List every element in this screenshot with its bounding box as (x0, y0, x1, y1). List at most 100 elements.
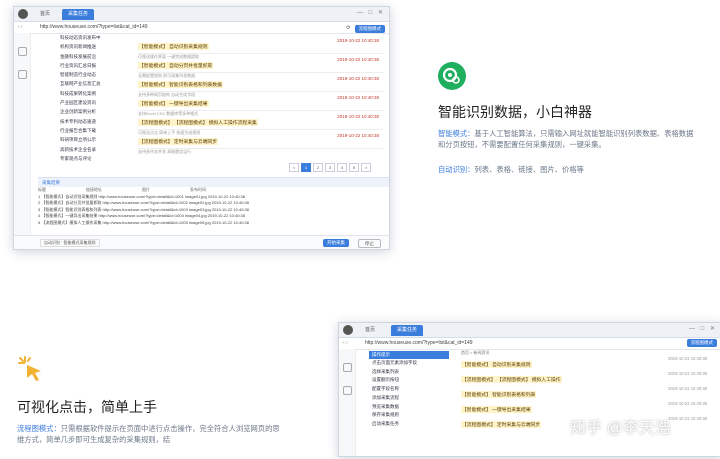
feature-desc-1: 智能模式：基于人工智能算法，只需输入网址就能智能识别列表数据、表格数据和分页按钮… (438, 129, 694, 149)
address-bar[interactable]: ‹ › http://www.houseuse.com/?type=list&c… (339, 338, 720, 350)
item-title[interactable]: 【智能模式】 自动分页并批量抓取 (138, 62, 214, 69)
list-item[interactable]: 【流程图模式】 定时采集与云端同步 支持多任务并发 高效稳定运行 2019-10-2… (138, 130, 383, 154)
item-date: 2019-10-22 10:40:38 (337, 95, 379, 100)
item-date: 2019-10-22 10:40:38 (337, 57, 379, 62)
layers-icon[interactable] (17, 70, 27, 79)
item-title[interactable]: 【智能模式】 一键导出采集结果 (461, 406, 532, 413)
watermark: 知乎 @李天浩 (570, 420, 671, 437)
sidebar-item[interactable]: 金融科技发展前沿 (60, 52, 130, 61)
title-bar: 首页 采集任务 — □ ✕ (339, 323, 720, 338)
operation-panel: 操作提示 点击页面元素添加字段 选择采集列表 设置翻页按钮 配置字段名称 添加采集流程预… (369, 351, 449, 429)
sidebar-item[interactable]: 机构资讯新闻推送 (60, 42, 130, 51)
item-title[interactable]: 【智能模式】 智能识别表格和列表数据 (138, 81, 223, 88)
tab-home[interactable]: 首页 (359, 325, 381, 336)
panel-item[interactable]: 点击页面元素添加字段 (369, 359, 449, 368)
page-button[interactable]: 2 (313, 163, 323, 172)
sidebar-item[interactable]: 企业创新案例分析 (60, 107, 130, 116)
panel-item[interactable]: 预览采集数据 (369, 403, 449, 412)
sidebar-item[interactable]: 科技动态资讯发布中 (60, 33, 130, 42)
sidebar-item[interactable]: 产业园区建设资讯 (60, 98, 130, 107)
item-title[interactable]: 【智能模式】 一键导出采集结果 (138, 100, 209, 107)
panel-item[interactable]: 配置字段名称 (369, 385, 449, 394)
panel-header: 操作提示 (369, 351, 449, 359)
panel-item[interactable]: 启动采集任务 (369, 420, 449, 429)
list-item[interactable]: 【智能模式】 智能识别表格和列表 2019-10-22 10:40:38 (461, 383, 713, 398)
back-icon[interactable]: ‹ › (343, 338, 348, 349)
feature-desc-2: 自动识别：列表、表格、链接、图片、价格等 (438, 165, 584, 174)
panel-item[interactable]: 设置翻页按钮 (369, 376, 449, 385)
item-date: 2019-10-22 10:40:38 (668, 416, 707, 421)
refresh-icon[interactable]: ⟳ (346, 23, 350, 34)
page-button[interactable]: 3 (325, 163, 335, 172)
panel-item[interactable]: 添加采集流程 (369, 394, 449, 403)
page-button[interactable]: 4 (337, 163, 347, 172)
feature-flow-mode: 可视化点击，简单上手 流程图模式：只需根据软件提示在页面中进行点击操作，完全符合… (17, 355, 282, 459)
sidebar-item[interactable]: 技术专利动态速递 (60, 117, 130, 126)
page-button[interactable]: 5 (349, 163, 359, 172)
list-item[interactable]: 【流程图模式】 【流程图模式】 模拟人工操作流程采集 可视化点击 简单上手 快速生… (138, 111, 383, 135)
pagination: <1 2 3 4 5 > (289, 163, 371, 172)
flow-mode-button[interactable]: 流程图模式 (686, 339, 717, 347)
item-title[interactable]: 【智能模式】 智能识别表格和列表 (461, 391, 537, 398)
tab-task[interactable]: 采集任务 (391, 325, 424, 336)
brain-gear-icon (438, 62, 466, 90)
item-date: 2019-10-22 10:40:38 (337, 76, 379, 81)
sidebar-item[interactable]: 互联网产业信息汇总 (60, 79, 130, 88)
item-title[interactable]: 【智能模式】 自动识别采集规则 (461, 361, 532, 368)
sidebar-item[interactable]: 科技成果转化案例 (60, 89, 130, 98)
article-list: 【智能模式】 自动识别采集规则 可视化操作界面 一键完成数据提取 2019-10-2… (138, 35, 383, 173)
feature-smart-mode: 智能识别数据，小白神器 智能模式：基于人工智能算法，只需输入网址就能智能识别列表… (438, 62, 698, 189)
flow-mode-button[interactable]: 流程图模式 (354, 24, 385, 33)
list-item[interactable]: 【智能模式】 自动识别采集规则 2019-10-22 10:40:38 (461, 353, 713, 368)
category-sidebar: 科技动态资讯发布中 机构资讯新闻推送 金融科技发展前沿 行业资讯汇总日报 智能制造行业动… (60, 33, 130, 183)
list-item[interactable]: 【智能模式】 自动分页并批量抓取 无需配置规则 即可采集列表数据 2019-10-2… (138, 54, 383, 78)
list-item[interactable]: 【流程图模式】 【流程图模式】 模拟人工操作 2019-10-22 10:40:3… (461, 368, 713, 383)
left-rail (14, 33, 31, 249)
list-item[interactable]: 【智能模式】 自动识别采集规则 可视化操作界面 一键完成数据提取 2019-10-2… (138, 35, 383, 59)
item-title[interactable]: 【流程图模式】 定时采集与云端同步 (461, 421, 542, 428)
avatar[interactable] (343, 325, 353, 335)
footer-bar: 自动识别 · 智能模式采集规则 开始采集 停止 (14, 235, 389, 249)
item-summary: 支持多任务并发 高效稳定运行 (138, 149, 192, 154)
file-icon[interactable] (17, 47, 27, 56)
item-title[interactable]: 【流程图模式】 定时采集与云端同步 (138, 138, 219, 145)
sidebar-item[interactable]: 科研项目立项公示 (60, 135, 130, 144)
click-cursor-icon (17, 355, 47, 385)
tab-home[interactable]: 首页 (34, 9, 56, 20)
stop-button[interactable]: 停止 (358, 239, 381, 248)
item-title[interactable]: 【智能模式】 自动识别采集规则 (138, 43, 209, 50)
list-item[interactable]: 【智能模式】 一键导出采集结果 支持Excel CSV 数据库等多种格式 2019-… (138, 92, 383, 116)
item-title[interactable]: 【流程图模式】 【流程图模式】 模拟人工操作流程采集 (138, 119, 258, 126)
back-icon[interactable]: ‹ › (18, 22, 23, 33)
url-text: http://www.houseuse.com/?type=list&cat_i… (40, 24, 148, 30)
item-title[interactable]: 【流程图模式】 【流程图模式】 模拟人工操作 (461, 376, 562, 383)
page-button[interactable]: < (289, 163, 299, 172)
sidebar-item[interactable]: 行业报告合集下载 (60, 126, 130, 135)
sidebar-item[interactable]: 高新技术企业名录 (60, 145, 130, 154)
item-date: 2019-10-22 10:40:38 (337, 38, 379, 43)
file-icon[interactable] (342, 363, 352, 372)
panel-item[interactable]: 选择采集列表 (369, 368, 449, 377)
item-date: 2019-10-22 10:40:38 (668, 386, 707, 391)
item-date: 2019-10-22 10:40:38 (337, 114, 379, 119)
tab-task[interactable]: 采集任务 (62, 9, 95, 20)
footer-tab[interactable]: 自动识别 · 智能模式采集规则 (40, 239, 100, 247)
results-toolbar: 采集结果 (38, 177, 389, 187)
sidebar-item[interactable]: 智能制造行业动态 (60, 70, 130, 79)
table-row[interactable]: 5 【流程图模式】模拟人工操作采集 http://www.houseuse.co… (38, 220, 383, 227)
software-screenshot-smart-mode: 首页 采集任务 — □ ✕ ‹ › http://www.houseuse.co… (13, 6, 390, 250)
page-button[interactable]: > (361, 163, 371, 172)
sidebar-item[interactable]: 专家观点与评论 (60, 154, 130, 163)
window-controls-icon[interactable]: — □ ✕ (689, 325, 717, 332)
item-date: 2019-10-22 10:40:38 (668, 356, 707, 361)
sidebar-item[interactable]: 行业资讯汇总日报 (60, 61, 130, 70)
panel-item[interactable]: 保存采集规则 (369, 411, 449, 420)
page-button[interactable]: 1 (301, 163, 311, 172)
avatar[interactable] (18, 9, 28, 19)
list-item[interactable]: 【智能模式】 智能识别表格和列表数据 支持多种网页结构 自动生成字段 2019-10… (138, 73, 383, 97)
start-collect-button[interactable]: 开始采集 (323, 239, 349, 247)
item-date: 2019-10-22 10:40:38 (668, 401, 707, 406)
layers-icon[interactable] (342, 386, 352, 395)
list-item[interactable]: 【智能模式】 一键导出采集结果 2019-10-22 10:40:38 (461, 398, 713, 413)
window-controls-icon[interactable]: — □ ✕ (357, 9, 385, 16)
